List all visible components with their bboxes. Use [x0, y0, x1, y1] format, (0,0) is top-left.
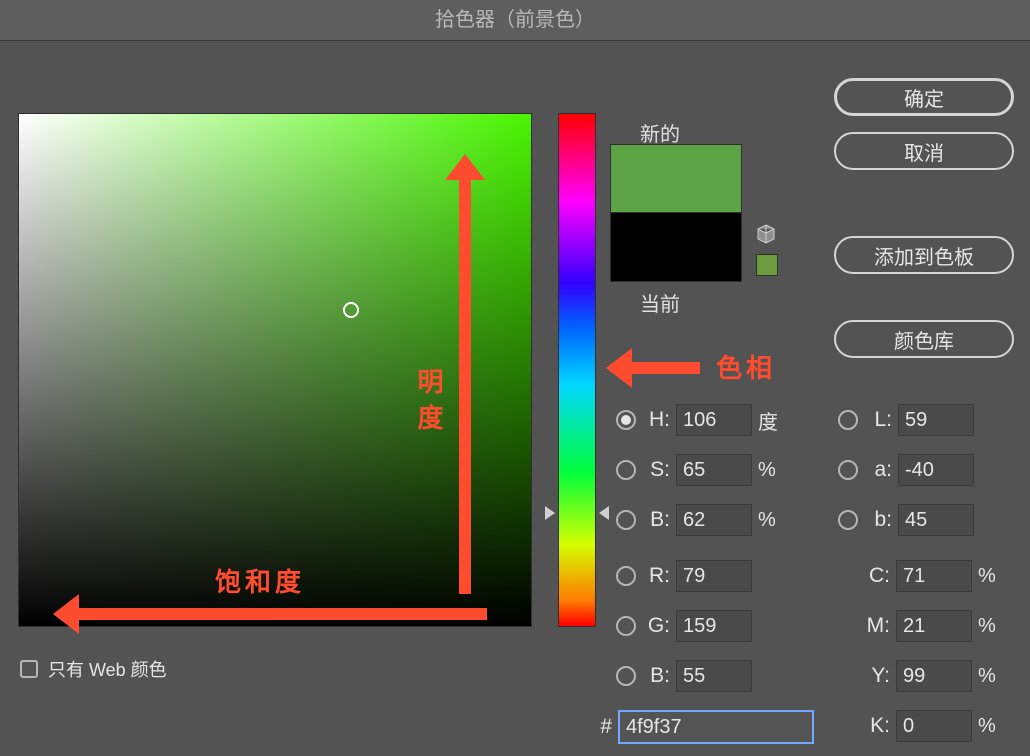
label-h: H:	[642, 408, 670, 432]
color-field[interactable]: 明度 饱和度	[18, 113, 532, 627]
unit-b-hsb: %	[758, 509, 780, 532]
brightness-label: 明度	[411, 368, 448, 440]
label-r: R:	[642, 564, 670, 588]
input-s[interactable]	[676, 454, 752, 486]
input-k[interactable]	[896, 710, 972, 742]
radio-a[interactable]	[838, 460, 858, 480]
input-b-lab[interactable]	[898, 504, 974, 536]
radio-b-hsb[interactable]	[616, 510, 636, 530]
hue-slider[interactable]	[558, 113, 596, 627]
row-r: R:	[616, 560, 752, 592]
label-b-hsb: B:	[642, 508, 670, 532]
input-h[interactable]	[676, 404, 752, 436]
radio-h[interactable]	[616, 410, 636, 430]
label-a: a:	[864, 458, 892, 482]
row-b-hsb: B: %	[616, 504, 780, 536]
input-r[interactable]	[676, 560, 752, 592]
radio-b-lab[interactable]	[838, 510, 858, 530]
row-hex: #	[596, 710, 814, 744]
label-m: M:	[862, 614, 890, 638]
label-k: K:	[862, 714, 890, 738]
window-title: 拾色器（前景色）	[0, 0, 1030, 41]
hue-label: 色相	[716, 348, 776, 385]
nearest-web-swatch[interactable]	[756, 254, 778, 276]
hue-slider-thumb	[545, 506, 609, 520]
row-h: H: 度	[616, 404, 780, 436]
content-area: 明度 饱和度 色相 新的 当前 确定 取消 添加到色板 颜色库 H:	[0, 40, 1030, 756]
label-g: G:	[642, 614, 670, 638]
color-field-cursor	[343, 302, 359, 318]
label-s: S:	[642, 458, 670, 482]
unit-k: %	[978, 715, 1000, 738]
radio-l[interactable]	[838, 410, 858, 430]
radio-r[interactable]	[616, 566, 636, 586]
input-g[interactable]	[676, 610, 752, 642]
current-color-label: 当前	[640, 288, 680, 317]
color-picker-window: 拾色器（前景色） 明度 饱和度 色相 新的 当前 确定	[0, 0, 1030, 756]
input-b-hsb[interactable]	[676, 504, 752, 536]
label-l: L:	[864, 408, 892, 432]
web-only-checkbox-row[interactable]: 只有 Web 颜色	[20, 656, 167, 682]
unit-h: 度	[758, 406, 780, 435]
unit-s: %	[758, 459, 780, 482]
saturation-arrow	[77, 608, 487, 620]
new-color-label: 新的	[640, 118, 680, 147]
label-b-lab: b:	[864, 508, 892, 532]
row-y: Y: %	[862, 660, 1000, 692]
hue-arrow	[630, 362, 700, 374]
row-l: L:	[838, 404, 974, 436]
saturation-label: 饱和度	[215, 562, 305, 599]
label-b-rgb: B:	[642, 664, 670, 688]
input-y[interactable]	[896, 660, 972, 692]
row-g: G:	[616, 610, 752, 642]
cube-icon[interactable]	[756, 224, 776, 244]
input-l[interactable]	[898, 404, 974, 436]
row-a: a:	[838, 454, 974, 486]
row-c: C: %	[862, 560, 1000, 592]
web-only-label: 只有 Web 颜色	[48, 656, 167, 682]
row-b-lab: b:	[838, 504, 974, 536]
row-m: M: %	[862, 610, 1000, 642]
color-libraries-button[interactable]: 颜色库	[834, 320, 1014, 358]
brightness-arrow	[459, 174, 471, 594]
unit-m: %	[978, 615, 1000, 638]
label-c: C:	[862, 564, 890, 588]
input-c[interactable]	[896, 560, 972, 592]
new-color-swatch[interactable]	[610, 144, 742, 214]
row-s: S: %	[616, 454, 780, 486]
input-hex[interactable]	[618, 710, 814, 744]
radio-b-rgb[interactable]	[616, 666, 636, 686]
current-color-swatch[interactable]	[610, 212, 742, 282]
web-only-checkbox[interactable]	[20, 660, 38, 678]
add-to-swatches-button[interactable]: 添加到色板	[834, 236, 1014, 274]
label-hex: #	[596, 715, 612, 739]
radio-g[interactable]	[616, 616, 636, 636]
unit-c: %	[978, 565, 1000, 588]
radio-s[interactable]	[616, 460, 636, 480]
row-k: K: %	[862, 710, 1000, 742]
row-b-rgb: B:	[616, 660, 752, 692]
input-b-rgb[interactable]	[676, 660, 752, 692]
input-a[interactable]	[898, 454, 974, 486]
ok-button[interactable]: 确定	[834, 78, 1014, 116]
label-y: Y:	[862, 664, 890, 688]
input-m[interactable]	[896, 610, 972, 642]
unit-y: %	[978, 665, 1000, 688]
cancel-button[interactable]: 取消	[834, 132, 1014, 170]
